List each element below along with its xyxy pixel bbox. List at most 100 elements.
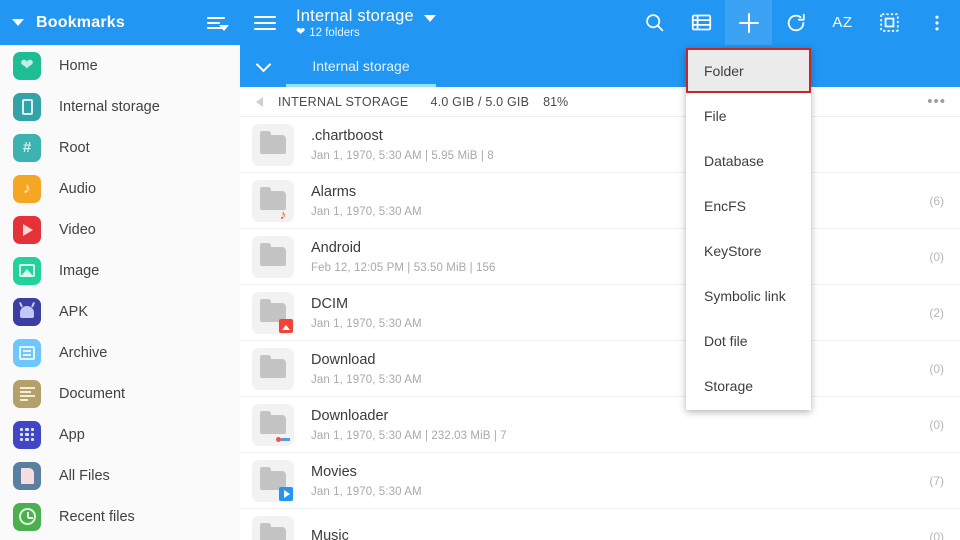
file-details: Jan 1, 1970, 5:30 AM [311, 317, 422, 330]
menu-item-label: KeyStore [704, 242, 762, 259]
storage-percent: 81% [543, 94, 569, 109]
sidebar-item-label: Internal storage [59, 98, 160, 115]
file-name: .chartboost [311, 128, 383, 145]
menu-item-label: File [704, 107, 727, 124]
caret-down-icon[interactable] [423, 14, 436, 22]
overflow-button[interactable] [913, 0, 960, 45]
sidebar-item-root[interactable]: # Root [0, 127, 240, 168]
menu-item-folder[interactable]: Folder [686, 48, 811, 93]
title-block: Internal storage ❤ 12 folders [296, 7, 436, 39]
document-icon [13, 379, 41, 408]
tab-internal-storage[interactable]: Internal storage [286, 45, 436, 87]
file-count: (0) [929, 361, 944, 376]
phone-icon [13, 92, 41, 121]
file-details: Jan 1, 1970, 5:30 AM | 232.03 MiB | 7 [311, 429, 507, 442]
sidebar-item-recent-files[interactable]: Recent files [0, 496, 240, 537]
file-details: Jan 1, 1970, 5:30 AM [311, 205, 422, 218]
folder-icon [252, 403, 296, 446]
az-sort-icon: AZ [832, 14, 853, 31]
search-button[interactable] [631, 0, 678, 45]
bookmarks-header: Bookmarks [0, 0, 240, 45]
storage-usage: 4.0 GIB / 5.0 GIB [430, 94, 530, 109]
sidebar-item-label: Root [59, 139, 90, 156]
file-row[interactable]: ♪ Alarms Jan 1, 1970, 5:30 AM (6) [240, 173, 960, 229]
hash-icon: # [13, 133, 41, 162]
menu-item-database[interactable]: Database [686, 138, 811, 183]
file-count: (0) [929, 529, 944, 540]
file-name: Movies [311, 464, 357, 481]
add-button[interactable] [725, 0, 772, 45]
clock-icon [13, 502, 41, 531]
sidebar-item-archive[interactable]: Archive [0, 332, 240, 373]
plus-icon [737, 11, 761, 35]
file-details: Jan 1, 1970, 5:30 AM [311, 373, 422, 386]
file-meta: Alarms Jan 1, 1970, 5:30 AM [311, 183, 929, 217]
menu-item-encfs[interactable]: EncFS [686, 183, 811, 228]
bookmark-list: ❤ Home Internal storage # Root ♪ Audio Video Ima… [0, 45, 240, 537]
refresh-button[interactable] [772, 0, 819, 45]
chevron-down-icon[interactable] [240, 45, 286, 87]
file-row[interactable]: Downloader Jan 1, 1970, 5:30 AM | 232.03 … [240, 397, 960, 453]
sort-button[interactable]: AZ [819, 0, 866, 45]
sidebar-item-app[interactable]: App [0, 414, 240, 455]
select-all-button[interactable] [866, 0, 913, 45]
file-meta: Android Feb 12, 12:05 PM | 53.50 MiB | 15… [311, 239, 929, 273]
archive-icon [13, 338, 41, 367]
menu-item-keystore[interactable]: KeyStore [686, 228, 811, 273]
file-count: (0) [929, 249, 944, 264]
hamburger-icon[interactable] [254, 15, 276, 31]
main-panel: Internal storage ❤ 12 folders AZ Interna… [240, 0, 960, 540]
tab-bar: Internal storage [240, 45, 960, 87]
view-mode-button[interactable] [678, 0, 725, 45]
file-details: Jan 1, 1970, 5:30 AM | 5.95 MiB | 8 [311, 149, 494, 162]
sidebar-item-internal-storage[interactable]: Internal storage [0, 86, 240, 127]
sidebar-item-label: Audio [59, 180, 97, 197]
file-icon [13, 461, 41, 490]
more-horizontal-icon[interactable]: ••• [927, 94, 946, 109]
file-row[interactable]: Movies Jan 1, 1970, 5:30 AM (7) [240, 453, 960, 509]
triangle-left-icon[interactable] [240, 96, 278, 107]
sidebar-item-document[interactable]: Document [0, 373, 240, 414]
file-row[interactable]: Music (0) [240, 509, 960, 540]
bookmarks-sidebar: Bookmarks ❤ Home Internal storage # Root ♪ Aud… [0, 0, 240, 540]
search-icon [644, 12, 665, 33]
file-name: Download [311, 352, 376, 369]
sidebar-item-label: All Files [59, 467, 110, 484]
sidebar-item-apk[interactable]: APK [0, 291, 240, 332]
file-list: .chartboost Jan 1, 1970, 5:30 AM | 5.95 M… [240, 117, 960, 540]
caret-down-icon[interactable] [12, 19, 24, 26]
file-row[interactable]: .chartboost Jan 1, 1970, 5:30 AM | 5.95 M… [240, 117, 960, 173]
file-count: (2) [929, 305, 944, 320]
sidebar-item-all-files[interactable]: All Files [0, 455, 240, 496]
path-label[interactable]: INTERNAL STORAGE [278, 95, 409, 109]
sidebar-item-home[interactable]: ❤ Home [0, 45, 240, 86]
file-count: (7) [929, 473, 944, 488]
play-icon [13, 215, 41, 244]
menu-item-label: Symbolic link [704, 287, 786, 304]
file-count: (6) [929, 193, 944, 208]
menu-item-storage[interactable]: Storage [686, 363, 811, 408]
music-note-icon: ♪ [13, 174, 41, 203]
file-details: Jan 1, 1970, 5:30 AM [311, 485, 422, 498]
file-row[interactable]: Android Feb 12, 12:05 PM | 53.50 MiB | 15… [240, 229, 960, 285]
sidebar-item-audio[interactable]: ♪ Audio [0, 168, 240, 209]
file-name: Alarms [311, 184, 357, 201]
file-row[interactable]: DCIM Jan 1, 1970, 5:30 AM (2) [240, 285, 960, 341]
create-new-menu: Folder File Database EncFS KeyStore Symbolic … [686, 48, 811, 410]
sidebar-item-video[interactable]: Video [0, 209, 240, 250]
sidebar-item-label: Home [59, 57, 98, 74]
menu-item-file[interactable]: File [686, 93, 811, 138]
file-row[interactable]: Download Jan 1, 1970, 5:30 AM (0) [240, 341, 960, 397]
download-badge-icon [276, 430, 296, 444]
file-name: Android [311, 240, 361, 257]
file-count: (0) [929, 417, 944, 432]
sidebar-item-image[interactable]: Image [0, 250, 240, 291]
menu-item-label: EncFS [704, 197, 747, 214]
sort-list-icon[interactable] [206, 12, 229, 34]
page-title: Internal storage [296, 6, 414, 25]
sidebar-item-label: Archive [59, 344, 108, 361]
sidebar-item-label: APK [59, 303, 89, 320]
menu-item-symbolic-link[interactable]: Symbolic link [686, 273, 811, 318]
menu-item-dot-file[interactable]: Dot file [686, 318, 811, 363]
file-meta: Music [311, 527, 929, 540]
